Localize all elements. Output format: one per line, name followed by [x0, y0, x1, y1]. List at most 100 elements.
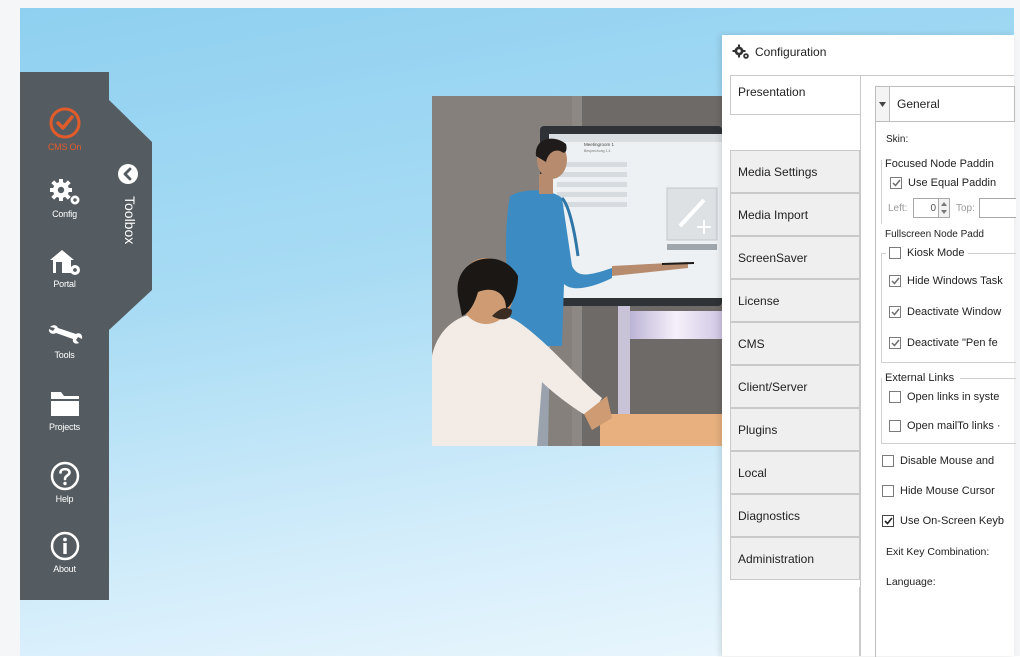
general-section-body: Skin: Focused Node Paddin Use Equal Padd… [875, 122, 1016, 657]
chevron-left-circle-icon[interactable] [116, 162, 140, 186]
presentation-pane: General Skin: Focused Node Paddin Use Eq… [860, 75, 1016, 657]
checkbox-label: Disable Mouse and [900, 455, 995, 467]
left-padding-input[interactable]: 0 [913, 198, 939, 218]
checkbox-label: Deactivate "Pen fe [907, 337, 998, 349]
tab-administration[interactable]: Administration [730, 537, 860, 580]
sidebar-item-cms-on[interactable]: CMS On [20, 106, 109, 168]
checkbox-box[interactable] [889, 420, 901, 432]
checkbox-box[interactable] [889, 306, 901, 318]
general-section-header[interactable]: General [875, 86, 1015, 122]
sidebar-item-about[interactable]: About [20, 530, 109, 592]
open-mailto-checkbox[interactable]: Open mailTo links · [889, 420, 1001, 432]
tab-license[interactable]: License [730, 279, 860, 322]
checkbox-label: Hide Windows Task [907, 275, 1003, 287]
tab-presentation[interactable]: Presentation [730, 75, 861, 115]
hide-mouse-cursor-checkbox[interactable]: Hide Mouse Cursor [882, 485, 995, 497]
tab-plugins[interactable]: Plugins [730, 408, 860, 451]
skin-label: Skin: [886, 134, 909, 145]
group-border [881, 160, 882, 224]
config-tab-list: Presentation Media Settings Media Import… [730, 75, 861, 656]
sidebar-item-label: About [53, 564, 76, 574]
sidebar-item-help[interactable]: Help [20, 460, 109, 522]
toolbox-tab[interactable]: Toolbox [109, 100, 154, 330]
group-border [881, 378, 882, 443]
screenshot-stage: CMS On Config Portal Tools Projects Help… [0, 0, 1020, 657]
info-circle-icon [50, 531, 79, 561]
sidebar-item-label: Config [52, 209, 77, 219]
left-padding-value: 0 [930, 202, 936, 214]
gears-icon [732, 44, 749, 59]
deactivate-pen-checkbox[interactable]: Deactivate "Pen fe [889, 337, 998, 349]
sidebar-item-label: CMS On [47, 142, 82, 152]
deactivate-windows-checkbox[interactable]: Deactivate Window [889, 306, 1001, 318]
general-section-title: General [890, 86, 1015, 122]
checkmark-icon [891, 179, 901, 187]
sidebar-item-label: Tools [54, 350, 75, 360]
checkbox-box[interactable] [889, 337, 901, 349]
sidebar-item-config[interactable]: Config [20, 177, 109, 239]
sidebar-item-label: Projects [49, 422, 80, 432]
group-border [960, 378, 1016, 379]
tab-list-filler [730, 587, 860, 656]
checkbox-label: Hide Mouse Cursor [900, 485, 995, 497]
checkbox-box[interactable] [889, 391, 901, 403]
configuration-window: Configuration Presentation Media Setting… [722, 35, 1016, 657]
external-links-label: External Links [885, 372, 955, 384]
onscreen-keyboard-checkbox[interactable]: Use On-Screen Keyb [882, 515, 1004, 527]
configuration-titlebar: Configuration [722, 35, 1014, 69]
checkmark-icon [890, 277, 900, 285]
chevron-down-icon [879, 101, 886, 107]
checkbox-label: Deactivate Window [907, 306, 1002, 318]
tab-local[interactable]: Local [730, 451, 860, 494]
sidebar-item-portal[interactable]: Portal [20, 247, 109, 309]
checkbox-box[interactable] [882, 515, 894, 527]
tab-client-server[interactable]: Client/Server [730, 365, 860, 408]
top-padding-input[interactable] [979, 198, 1016, 218]
checkmark-icon [890, 339, 900, 347]
sidebar-item-label: Help [55, 494, 74, 504]
checkbox-label: Kiosk Mode [907, 247, 965, 259]
disable-mouse-checkbox[interactable]: Disable Mouse and [882, 455, 994, 467]
folder-icon [50, 392, 79, 416]
left-label: Left: [888, 203, 908, 214]
group-border [881, 443, 1016, 444]
tab-media-settings[interactable]: Media Settings [730, 150, 860, 193]
tab-screensaver[interactable]: ScreenSaver [730, 236, 860, 279]
checkbox-label: Use Equal Paddin [908, 177, 997, 189]
collapse-toggle[interactable] [875, 86, 890, 122]
checkmark-icon [883, 517, 893, 525]
language-label: Language: [886, 576, 936, 588]
group-border [881, 253, 882, 362]
group-border [881, 362, 1016, 363]
open-links-system-checkbox[interactable]: Open links in syste [889, 391, 999, 403]
sidebar: CMS On Config Portal Tools Projects Help… [20, 72, 109, 600]
use-equal-padding-checkbox[interactable]: Use Equal Paddin [890, 177, 996, 189]
checkbox-label: Open links in syste [907, 391, 1000, 403]
screen-subheading: Besprechung 1.4 [584, 149, 611, 153]
top-label: Top: [956, 203, 975, 214]
window-title: Configuration [755, 45, 827, 59]
sidebar-item-tools[interactable]: Tools [20, 318, 109, 380]
tab-diagnostics[interactable]: Diagnostics [730, 494, 860, 537]
question-circle-icon [50, 461, 79, 491]
checkbox-box[interactable] [890, 177, 902, 189]
checkbox-box[interactable] [889, 275, 901, 287]
screen-heading: Meetingroom 1 [584, 142, 615, 147]
left-padding-stepper[interactable] [938, 198, 950, 218]
sidebar-item-projects[interactable]: Projects [20, 388, 109, 450]
toolbox-label: Toolbox [122, 196, 138, 245]
sidebar-item-label: Portal [53, 279, 76, 289]
hide-taskbar-checkbox[interactable]: Hide Windows Task [889, 275, 1003, 287]
wrench-icon [48, 325, 82, 344]
checkbox-label: Use On-Screen Keyb [900, 515, 1004, 527]
tab-cms[interactable]: CMS [730, 322, 860, 365]
checkmark-icon [890, 308, 900, 316]
kiosk-mode-checkbox[interactable]: Kiosk Mode [889, 247, 969, 259]
fullscreen-padding-label: Fullscreen Node Padd [885, 229, 984, 240]
tab-media-import[interactable]: Media Import [730, 193, 860, 236]
checkbox-box[interactable] [882, 485, 894, 497]
checkbox-box[interactable] [882, 455, 894, 467]
checkbox-box[interactable] [889, 247, 901, 259]
check-circle-icon [49, 107, 80, 139]
checkbox-label: Open mailTo links · [907, 420, 1001, 432]
